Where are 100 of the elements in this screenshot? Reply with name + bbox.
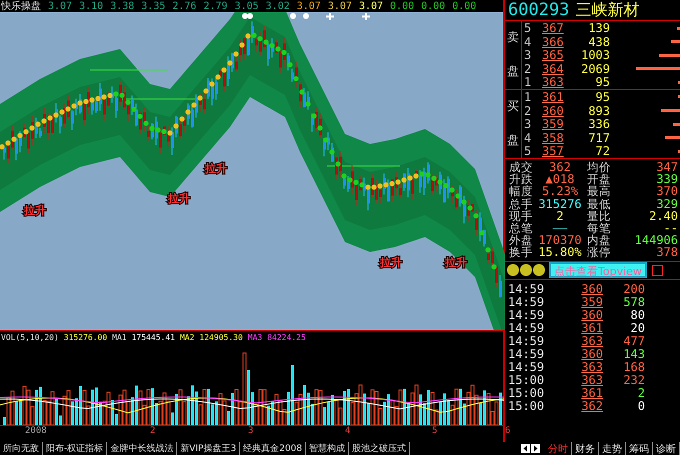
view-tab[interactable]: 诊断: [653, 442, 680, 455]
indicator-value: 0.00: [421, 0, 446, 12]
tick-time: 14:59: [507, 360, 546, 374]
order-level: 3: [523, 48, 532, 62]
stat-value: 315276: [537, 198, 583, 210]
order-volume: 1003: [580, 48, 610, 62]
tick-price: 360: [580, 282, 603, 296]
indicator-value: 2.79: [203, 0, 228, 12]
axis-label: 5: [432, 426, 438, 436]
tick-price: 363: [580, 334, 603, 348]
indicator-tab[interactable]: 经典真金2008: [240, 442, 306, 455]
tick-time: 15:00: [507, 372, 546, 387]
tick-time: 15:00: [507, 386, 546, 400]
volume-legend-text: MA1: [112, 332, 127, 342]
tick-volume: 477: [622, 334, 645, 348]
order-price: 367: [541, 21, 565, 35]
tick-price: 363: [580, 360, 603, 374]
stat-label: 开盘: [587, 173, 612, 186]
stat-value: 170370: [537, 234, 583, 246]
order-price: 364: [541, 62, 565, 76]
order-volume: 95: [594, 90, 610, 104]
stat-value: 339: [655, 173, 679, 186]
indicator-value: 3.02: [266, 0, 290, 12]
stat-label: 成交: [509, 160, 534, 174]
axis-label: 4: [345, 426, 350, 436]
stat-label: 升跌: [509, 173, 534, 186]
order-price: 363: [541, 75, 565, 90]
chart-annotation: 拉升: [24, 204, 46, 217]
indicator-title: 快乐操盘: [1, 0, 41, 13]
tick-volume: 232: [622, 372, 645, 387]
order-side-label: 卖: [507, 29, 519, 46]
stat-value: 329: [655, 198, 679, 210]
tick-time: 14:59: [507, 334, 546, 348]
tick-volume: 578: [622, 294, 645, 309]
tick-volume: 0: [636, 398, 645, 413]
order-level: 1: [523, 90, 532, 104]
indicator-value: 3.07: [48, 0, 72, 12]
axis-label: 2: [150, 426, 156, 436]
volume-legend-text: 124905.30: [199, 332, 243, 342]
tick-time: 14:59: [507, 320, 546, 335]
order-price: 361: [541, 90, 565, 104]
stat-value: 347: [655, 160, 679, 174]
order-price: 358: [541, 130, 565, 145]
tick-time: 14:59: [507, 282, 546, 296]
volume-legend-text: MA2: [180, 332, 194, 342]
axis-label: 3: [248, 426, 254, 436]
indicator-value: 0.00: [390, 0, 414, 12]
tick-price: 360: [580, 346, 603, 361]
stat-value: 15.80%: [537, 246, 583, 259]
tick-volume: 143: [622, 346, 645, 361]
tick-price: 360: [580, 308, 603, 322]
tick-time: 14:59: [507, 308, 546, 322]
stat-label: 内盘: [587, 234, 612, 246]
tick-price: 361: [580, 320, 603, 335]
stat-value: ▲018: [546, 173, 574, 186]
stat-label: 换手: [509, 246, 534, 259]
indicator-value: 3.07: [328, 0, 352, 12]
view-tab[interactable]: 筹码: [626, 442, 653, 455]
order-level: 2: [523, 62, 532, 76]
tick-volume: 200: [622, 282, 645, 296]
indicator-value: 0.00: [452, 0, 476, 12]
stat-label: 量比: [587, 210, 612, 222]
tick-price: 362: [580, 398, 603, 413]
indicator-tab[interactable]: 智慧构成: [306, 442, 350, 455]
indicator-value: 3.10: [79, 0, 104, 12]
chart-annotation: 拉升: [445, 256, 467, 269]
view-tab[interactable]: 分时: [545, 442, 572, 455]
view-tab[interactable]: 财务: [572, 442, 599, 455]
stat-label: 外盘: [509, 234, 534, 246]
order-side-label: 盘: [507, 63, 519, 80]
view-tab[interactable]: 走势: [599, 442, 626, 455]
order-level: 3: [523, 117, 532, 132]
stat-value: 362: [548, 160, 572, 174]
order-volume: 893: [587, 104, 610, 118]
indicator-tab[interactable]: 所向无敌: [0, 442, 43, 455]
order-price: 365: [541, 48, 565, 62]
indicator-tab[interactable]: 股池之破压式: [349, 442, 410, 455]
order-volume: 336: [587, 117, 610, 132]
chart-annotation: 拉升: [205, 162, 227, 175]
chart-annotation: 拉升: [380, 256, 402, 269]
order-level: 2: [523, 104, 532, 118]
stat-value: 370: [655, 185, 679, 198]
tick-volume: 168: [622, 360, 645, 374]
tick-volume: 2: [636, 386, 645, 400]
order-price: 360: [541, 104, 565, 118]
stat-label: 总手: [509, 198, 534, 210]
stat-label: 总笔: [509, 222, 534, 234]
stat-label: 均价: [587, 160, 612, 174]
stat-label: 最高: [587, 185, 612, 198]
order-price: 359: [541, 117, 565, 132]
stat-label: 幅度: [509, 185, 534, 198]
stat-value: 144906: [634, 234, 679, 246]
order-side-label: 买: [507, 98, 519, 116]
stat-value: 5.23%: [540, 185, 580, 198]
stat-value: ——: [552, 222, 568, 234]
order-price: 357: [541, 144, 565, 158]
order-level: 4: [523, 34, 532, 49]
stat-value: 2.40: [648, 210, 679, 222]
order-side-label: 盘: [507, 132, 519, 150]
tick-price: 363: [580, 372, 603, 387]
